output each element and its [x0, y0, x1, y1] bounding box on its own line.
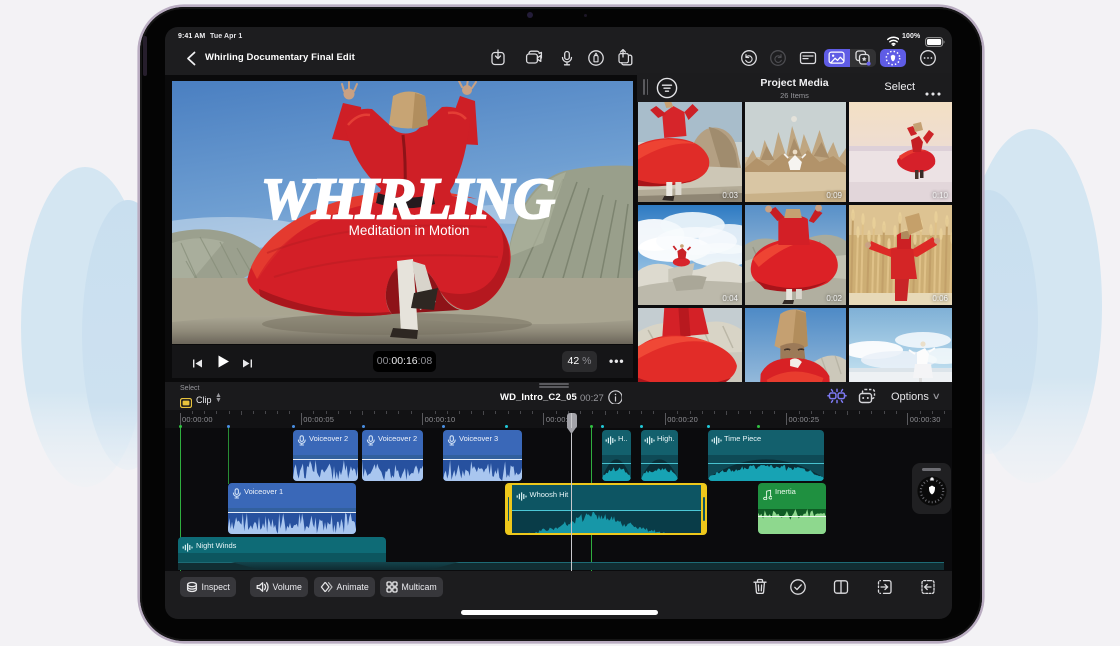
svg-text:Meditation in Motion: Meditation in Motion	[349, 223, 470, 238]
svg-text:WHIRLING: WHIRLING	[261, 166, 555, 231]
